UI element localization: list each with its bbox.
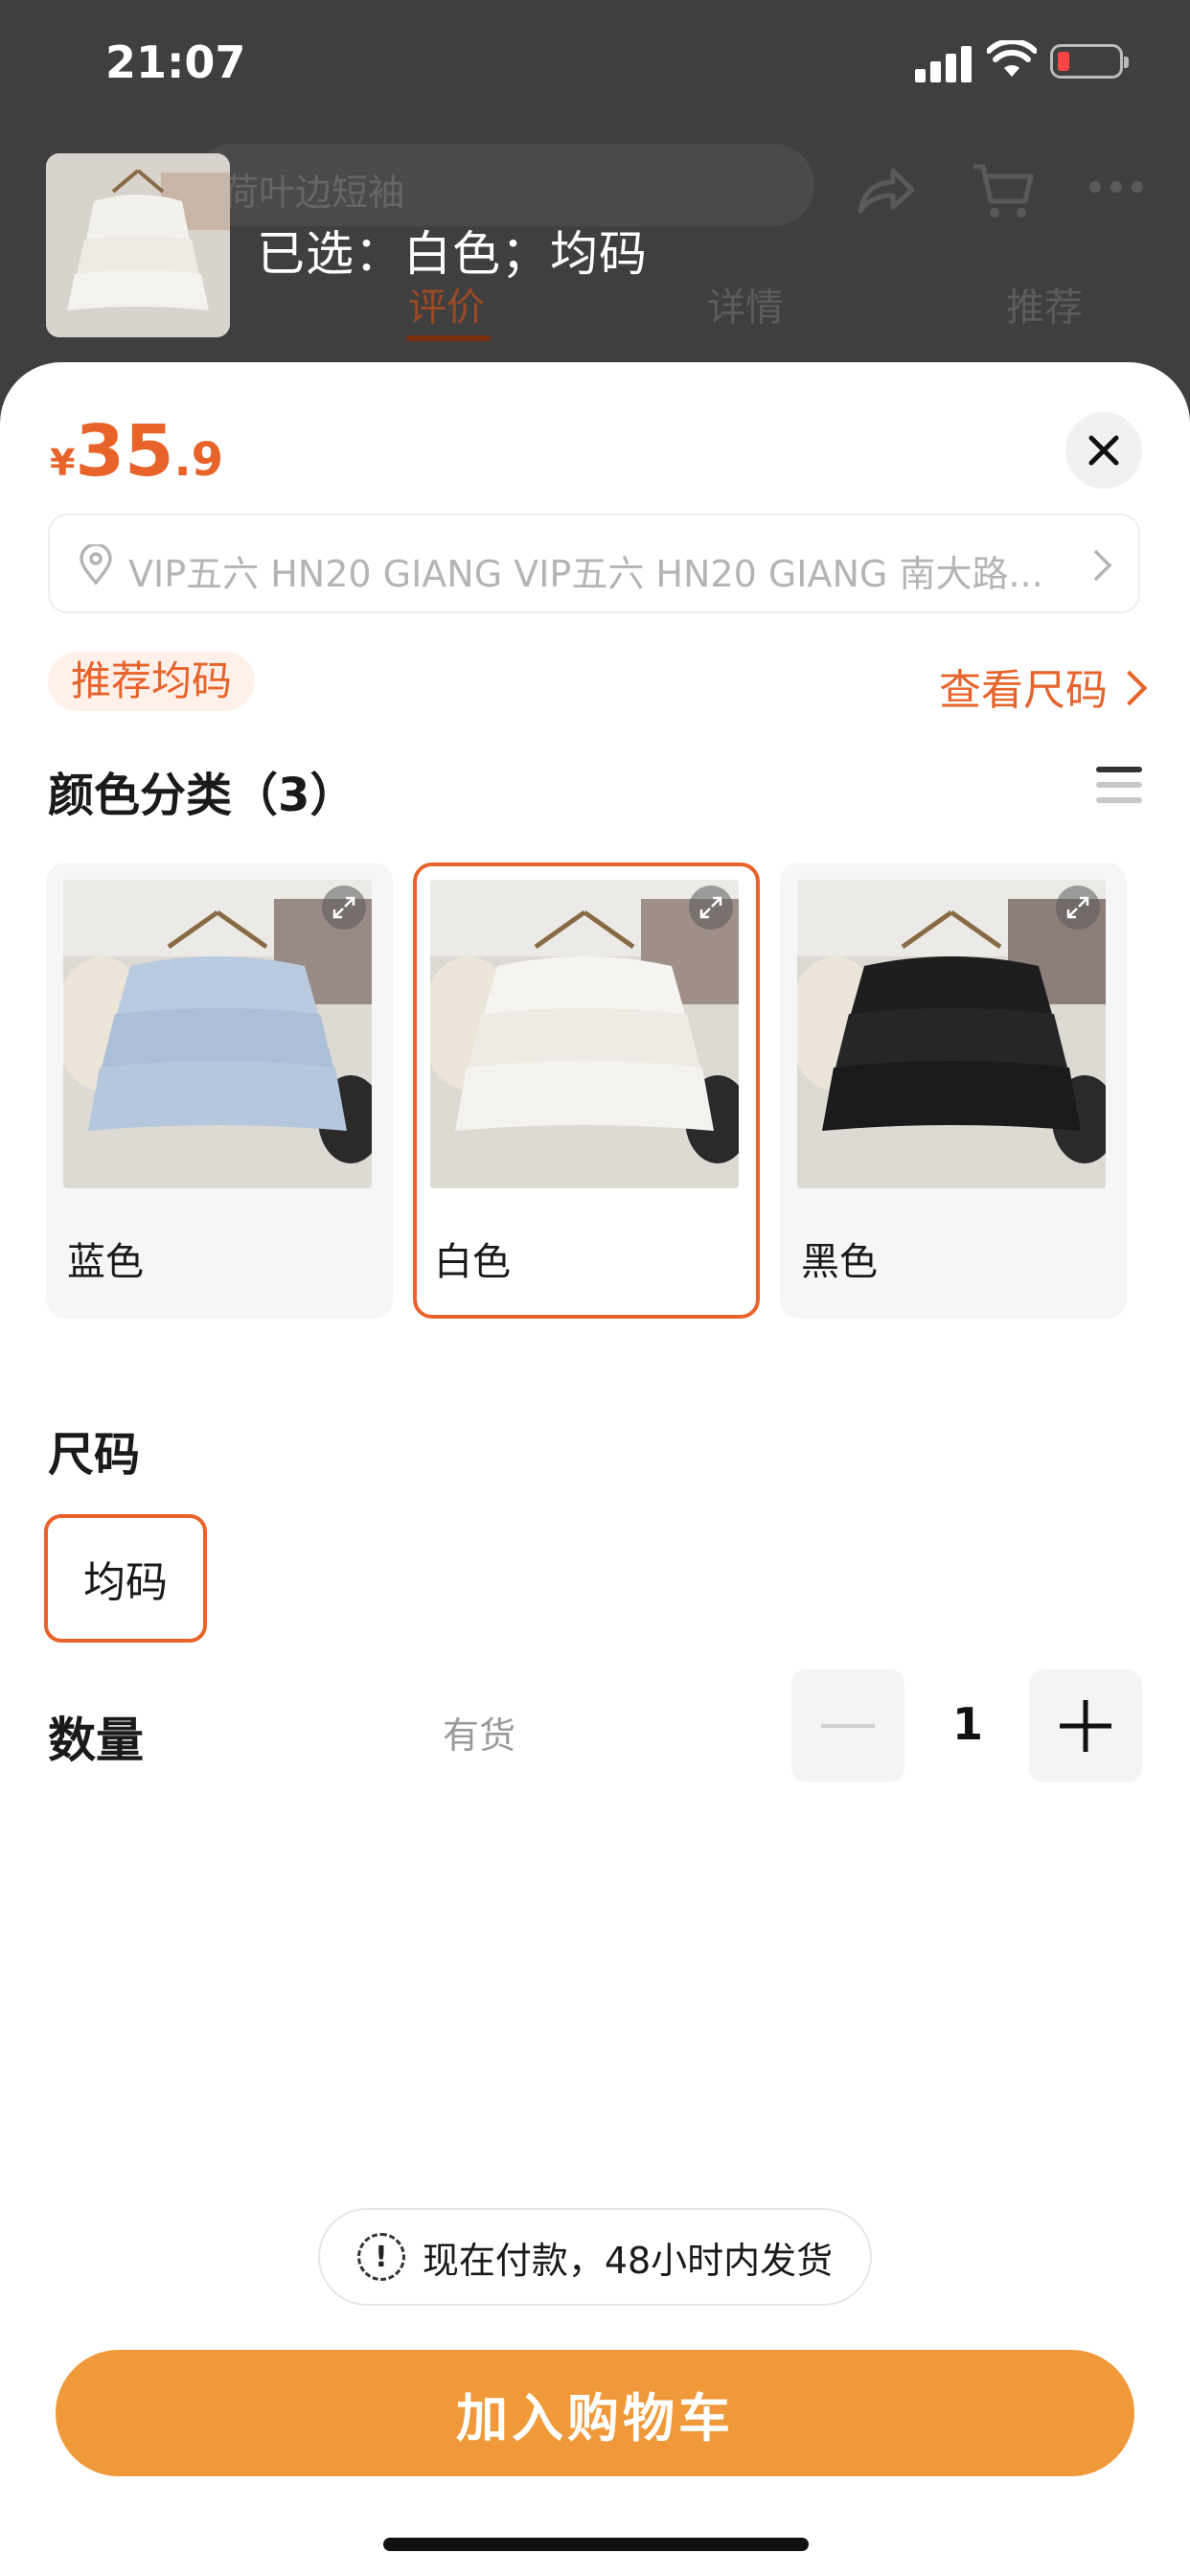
- quantity-value[interactable]: 1: [926, 1698, 1010, 1750]
- battery-icon: [1050, 44, 1129, 79]
- list-view-icon[interactable]: [1096, 761, 1142, 807]
- close-icon: [1088, 435, 1119, 466]
- color-option-black[interactable]: 黑色: [780, 862, 1127, 1319]
- share-icon[interactable]: [855, 161, 918, 218]
- price-currency: ¥: [50, 442, 76, 484]
- increase-quantity-button[interactable]: [1029, 1669, 1142, 1782]
- chevron-right-icon: [1111, 670, 1148, 706]
- more-icon[interactable]: [1088, 180, 1144, 194]
- delivery-address-selector[interactable]: VIP五六 HN20 GIANG VIP五六 HN20 GIANG 南大路...: [48, 514, 1140, 613]
- tab-indicator: [406, 335, 491, 341]
- quantity-label: 数量: [48, 1713, 144, 1768]
- shipping-notice-text: 现在付款，48小时内发货: [422, 2239, 834, 2282]
- cellular-signal-icon: [915, 44, 973, 82]
- status-time: 21:07: [105, 36, 246, 88]
- color-option-label: 黑色: [801, 1240, 878, 1284]
- tab-details[interactable]: 详情: [707, 276, 784, 332]
- product-title: 荷叶边短袖: [222, 172, 405, 214]
- color-option-blue[interactable]: 蓝色: [46, 862, 393, 1319]
- location-pin-icon: [80, 544, 112, 585]
- minus-icon: [821, 1724, 875, 1728]
- expand-icon[interactable]: [1056, 886, 1100, 930]
- size-guide-label: 查看尺码: [939, 666, 1108, 715]
- price-decimal: .9: [173, 433, 224, 487]
- plus-icon: [1060, 1700, 1111, 1752]
- size-option-one-size[interactable]: 均码: [44, 1514, 207, 1643]
- status-bar: 21:07: [0, 0, 1190, 134]
- add-to-cart-button[interactable]: 加入购物车: [56, 2350, 1134, 2476]
- recommended-size-tag: 推荐均码: [48, 652, 256, 711]
- close-button[interactable]: [1065, 412, 1142, 489]
- color-option-white[interactable]: 白色: [413, 862, 760, 1319]
- chevron-right-icon: [1093, 549, 1112, 582]
- decrease-quantity-button[interactable]: [791, 1669, 904, 1782]
- tab-recommend[interactable]: 推荐: [1006, 276, 1083, 332]
- color-option-label: 蓝色: [67, 1240, 144, 1284]
- delivery-address: VIP五六 HN20 GIANG VIP五六 HN20 GIANG 南大路...: [128, 553, 1043, 595]
- selected-variant-summary: 已选：白色；均码: [257, 226, 648, 282]
- shirt-top-layer: [117, 956, 318, 1014]
- price-integer: 35: [75, 410, 174, 493]
- size-section-title: 尺码: [48, 1428, 141, 1482]
- color-option-label: 白色: [434, 1240, 511, 1284]
- color-option-image: [430, 880, 739, 1188]
- price: ¥35.9: [50, 410, 223, 493]
- wifi-icon: [987, 40, 1037, 77]
- selected-product-thumbnail: [46, 153, 230, 337]
- color-option-image: [63, 880, 372, 1188]
- cart-icon[interactable]: [972, 161, 1035, 220]
- home-indicator: [383, 2538, 809, 2551]
- expand-icon[interactable]: [689, 886, 733, 930]
- expand-icon[interactable]: [322, 886, 366, 930]
- color-option-image: [797, 880, 1106, 1188]
- size-guide-link[interactable]: 查看尺码: [939, 656, 1148, 717]
- shipping-notice: ! 现在付款，48小时内发货: [318, 2208, 872, 2306]
- sku-selection-sheet: ¥35.9 VIP五六 HN20 GIANG VIP五六 HN20 GIANG …: [0, 362, 1190, 2576]
- color-section-title: 颜色分类（3）: [48, 769, 356, 822]
- info-icon: !: [356, 2233, 405, 2281]
- stock-status: 有货: [443, 1714, 516, 1757]
